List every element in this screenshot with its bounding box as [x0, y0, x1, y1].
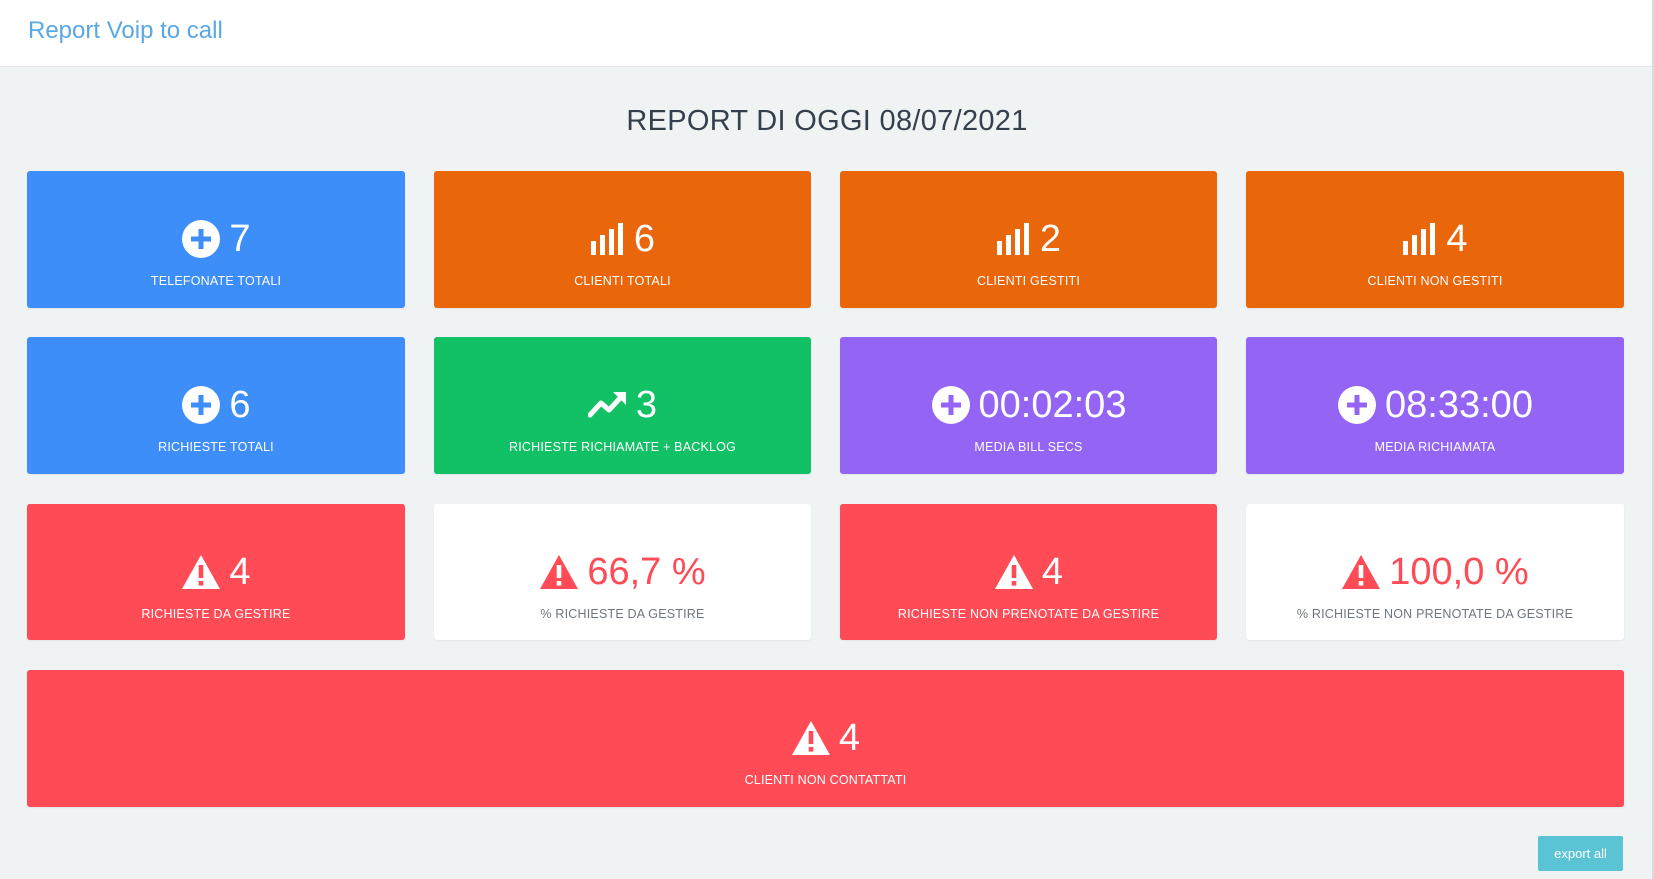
bar-chart-icon	[590, 221, 626, 257]
tile-clienti-non-contattati: 4 CLIENTI NON CONTATTATI	[27, 670, 1624, 807]
tile-label: CLIENTI NON GESTITI	[1367, 274, 1503, 288]
page-title: Report Voip to call	[28, 17, 223, 44]
tile-label: RICHIESTE DA GESTIRE	[141, 607, 291, 621]
tile-value: 3	[635, 384, 658, 426]
top-bar: Report Voip to call	[0, 0, 1654, 67]
tile-label: TELEFONATE TOTALI	[150, 274, 282, 288]
tile-value: 7	[229, 218, 251, 260]
tile-telefonate-totali: 7 TELEFONATE TOTALI	[27, 171, 405, 308]
tile-label: RICHIESTE NON PRENOTATE DA GESTIRE	[897, 607, 1160, 621]
tile-richieste-richiamate: 3 RICHIESTE RICHIAMATE + BACKLOG	[434, 337, 811, 474]
tile-value: 4	[1446, 218, 1468, 260]
tile-value: 4	[1041, 551, 1064, 593]
tile-label: % RICHIESTE DA GESTIRE	[540, 607, 705, 621]
warning-icon	[791, 720, 831, 756]
tile-clienti-totali: 6 CLIENTI TOTALI	[434, 171, 811, 308]
tile-label: % RICHIESTE NON PRENOTATE DA GESTIRE	[1296, 607, 1574, 621]
tile-value: 6	[633, 218, 656, 260]
warning-icon	[1341, 554, 1381, 590]
tile-label: RICHIESTE TOTALI	[158, 440, 274, 454]
report-title: REPORT DI OGGI 08/07/2021	[626, 105, 1028, 137]
tile-value: 00:02:03	[978, 384, 1127, 426]
tile-richieste-non-prenotate: 4 RICHIESTE NON PRENOTATE DA GESTIRE	[840, 504, 1217, 640]
trending-up-icon	[587, 389, 628, 421]
warning-icon	[181, 554, 221, 590]
tile-media-bill-secs: 00:02:03 MEDIA BILL SECS	[840, 337, 1217, 474]
plus-circle-icon	[931, 385, 971, 425]
export-all-button[interactable]: export all	[1538, 836, 1623, 871]
tile-pct-richieste-da-gestire: 66,7 % % RICHIESTE DA GESTIRE	[434, 504, 811, 640]
bar-chart-icon	[1402, 221, 1438, 257]
warning-icon	[994, 554, 1034, 590]
bar-chart-icon	[996, 221, 1032, 257]
tile-value: 08:33:00	[1385, 384, 1533, 426]
tile-label: CLIENTI GESTITI	[976, 274, 1080, 288]
tile-label: CLIENTI NON CONTATTATI	[744, 773, 907, 787]
plus-circle-icon	[181, 219, 221, 259]
tile-value: 4	[838, 717, 861, 759]
tile-value: 6	[229, 384, 251, 426]
tile-label: MEDIA BILL SECS	[974, 440, 1083, 454]
tile-value: 66,7 %	[587, 551, 706, 593]
tile-pct-richieste-non-prenotate: 100,0 % % RICHIESTE NON PRENOTATE DA GES…	[1246, 504, 1624, 640]
tile-value: 2	[1039, 218, 1062, 260]
tile-richieste-da-gestire: 4 RICHIESTE DA GESTIRE	[27, 504, 405, 640]
tile-value: 100,0 %	[1389, 551, 1529, 593]
tile-label: CLIENTI TOTALI	[574, 274, 671, 288]
tile-value: 4	[229, 551, 251, 593]
tile-clienti-non-gestiti: 4 CLIENTI NON GESTITI	[1246, 171, 1624, 308]
tile-clienti-gestiti: 2 CLIENTI GESTITI	[840, 171, 1217, 308]
tile-label: RICHIESTE RICHIAMATE + BACKLOG	[509, 440, 736, 454]
tile-label: MEDIA RICHIAMATA	[1374, 440, 1496, 454]
tile-richieste-totali: 6 RICHIESTE TOTALI	[27, 337, 405, 474]
warning-icon	[539, 554, 579, 590]
plus-circle-icon	[1337, 385, 1377, 425]
tile-media-richiamata: 08:33:00 MEDIA RICHIAMATA	[1246, 337, 1624, 474]
plus-circle-icon	[181, 385, 221, 425]
